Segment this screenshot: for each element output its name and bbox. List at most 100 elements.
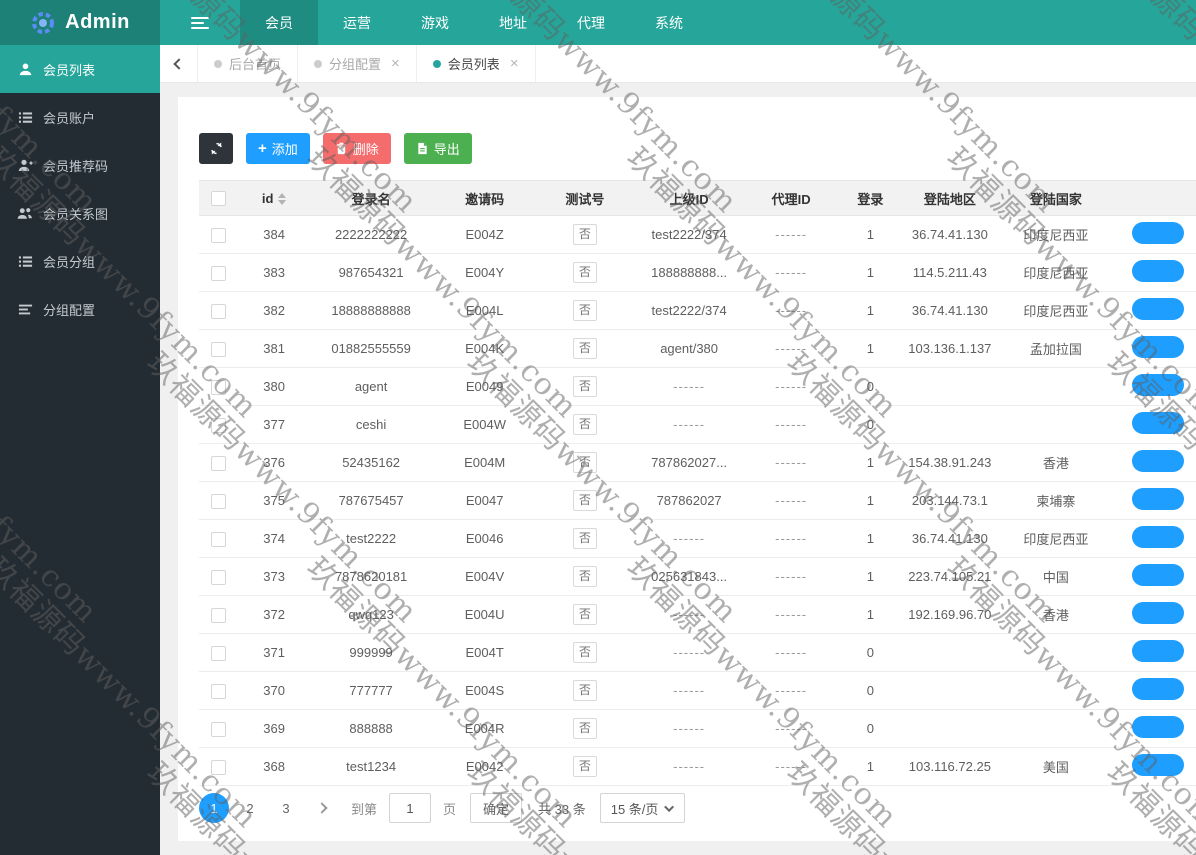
cell-login-region: 114.5.211.43 [905,253,995,292]
tab-close-icon[interactable]: × [510,56,519,71]
row-checkbox[interactable] [210,759,226,775]
row-action-button[interactable] [1132,716,1185,738]
row-checkbox[interactable] [210,683,226,699]
row-action-button[interactable] [1132,754,1185,776]
row-action-button[interactable] [1132,450,1185,472]
row-action-button[interactable] [1132,678,1185,700]
column-header-label: 测试号 [565,191,605,207]
row-checkbox[interactable] [210,265,226,281]
cell-id: 376 [237,443,312,482]
row-action-button[interactable] [1132,602,1185,624]
row-checkbox[interactable] [210,417,226,433]
cell-invite-code: E004R [431,709,539,748]
row-action-button[interactable] [1132,526,1185,548]
nav-item-游戏[interactable]: 游戏 [396,0,474,45]
row-checkbox[interactable] [210,303,226,319]
nav-item-运营[interactable]: 运营 [318,0,396,45]
nav-item-地址[interactable]: 地址 [474,0,552,45]
cell-test-flag: 否 [538,595,632,634]
cell-id: 383 [237,253,312,292]
row-action-button[interactable] [1132,640,1185,662]
tab-后台首页[interactable]: 后台首页 [198,45,299,82]
tab-close-icon[interactable]: × [391,56,400,71]
content-area: + 添加 删除 导出 id 登录名 邀请码 测试号 上级ID 代理ID 登录 登… [160,83,1196,855]
export-button[interactable]: 导出 [403,133,472,164]
row-action-button[interactable] [1132,336,1185,358]
column-header-label: 登录 [857,191,884,207]
column-header-登陆地区: 登陆地区 [905,180,995,216]
cell-test-flag: 否 [538,443,632,482]
row-checkbox[interactable] [210,379,226,395]
tab-label: 分组配置 [329,57,382,72]
sort-icon[interactable] [278,193,287,206]
delete-button[interactable]: 删除 [322,133,391,164]
per-page-select[interactable]: 15 条/页 [599,793,686,823]
tab-分组配置[interactable]: 分组配置 × [298,45,417,82]
table-row: 368 test1234 E0042 否 ------ ------ 1 103.116.72… [199,747,1196,786]
nav-item-代理[interactable]: 代理 [552,0,630,45]
cell-login-country: 香港 [994,595,1118,634]
row-select-cell [199,291,238,330]
row-checkbox[interactable] [210,607,226,623]
tab-会员列表[interactable]: 会员列表 × [416,45,536,82]
row-action-button[interactable] [1132,488,1185,510]
cell-invite-code: E004U [431,595,539,634]
add-button[interactable]: + 添加 [246,133,310,164]
row-checkbox[interactable] [210,341,226,357]
cell-agent-id: ------ [746,747,836,786]
row-checkbox[interactable] [210,455,226,471]
cell-login-country: 中国 [994,557,1118,596]
sidebar-item-会员账户[interactable]: 会员账户 [0,93,160,141]
nav-item-会员[interactable]: 会员 [240,0,318,45]
row-select-cell [199,709,238,748]
column-header-label: 邀请码 [465,191,505,207]
row-checkbox[interactable] [210,531,226,547]
page-button-1[interactable]: 1 [199,793,229,823]
cell-id: 384 [237,215,312,254]
row-checkbox[interactable] [210,721,226,737]
page-button-3[interactable]: 3 [271,793,301,823]
tabs-scroll-left-button[interactable] [160,45,198,82]
row-action-button[interactable] [1132,374,1185,396]
cell-login-name: 888888 [311,709,432,748]
row-checkbox[interactable] [210,227,226,243]
sidebar-item-分组配置[interactable]: 分组配置 [0,285,160,333]
row-action-button[interactable] [1132,298,1185,320]
nav-item-系统[interactable]: 系统 [630,0,708,45]
sidebar-item-会员关系图[interactable]: 会员关系图 [0,189,160,237]
table-row: 381 01882555559 E004K 否 agent/380 ------ 1 103.… [199,329,1196,368]
cell-actions [1117,557,1196,596]
select-all-cell [199,180,238,216]
cell-parent-id: test2222/374 [631,215,747,254]
cell-login-count: 1 [835,747,906,786]
row-action-button[interactable] [1132,564,1185,586]
next-page-button[interactable] [307,793,337,823]
row-checkbox[interactable] [210,569,226,585]
cell-invite-code: E004T [431,633,539,672]
row-action-button[interactable] [1132,412,1185,434]
row-select-cell [199,747,238,786]
table-row: 377 ceshi E004W 否 ------ ------ 0 [199,405,1196,444]
column-header-label: 上级ID [669,191,709,207]
row-action-button[interactable] [1132,260,1185,282]
row-action-button[interactable] [1132,222,1185,244]
test-flag-badge: 否 [572,224,597,245]
confirm-button[interactable]: 确定 [470,793,523,823]
sidebar-toggle-button[interactable] [160,0,240,45]
select-all-checkbox[interactable] [210,191,226,207]
row-checkbox[interactable] [210,645,226,661]
sidebar-item-会员推荐码[interactable]: 会员推荐码 [0,141,160,189]
tab-status-dot [214,59,222,68]
cell-login-count: 1 [835,329,906,368]
goto-page-input[interactable] [389,793,432,823]
top-header: Admin 会员 运营 游戏 地址 代理 系统 [0,0,1196,45]
refresh-button[interactable] [199,133,233,164]
column-header-登录名: 登录名 [311,180,432,216]
sidebar-item-会员分组[interactable]: 会员分组 [0,237,160,285]
page-button-2[interactable]: 2 [235,793,265,823]
sidebar-item-会员列表[interactable]: 会员列表 [0,45,160,93]
cell-agent-id: ------ [746,481,836,520]
test-flag-badge: 否 [572,604,597,625]
sort-desc-icon [278,200,287,206]
row-checkbox[interactable] [210,493,226,509]
